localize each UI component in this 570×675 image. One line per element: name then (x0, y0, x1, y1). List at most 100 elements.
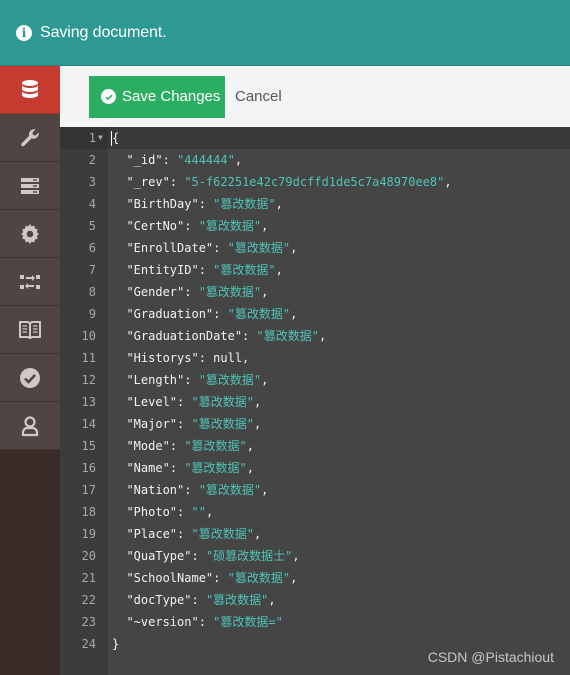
cancel-button[interactable]: Cancel (235, 88, 282, 105)
code-text: "Gender": "篡改数据", (126, 285, 269, 299)
code-text: "Nation": "篡改数据", (126, 483, 269, 497)
code-text: "Length": "篡改数据", (126, 373, 269, 387)
code-text: "Place": "篡改数据", (126, 527, 262, 541)
code-text: "Level": "篡改数据", (126, 395, 262, 409)
code-line: 8 "Gender": "篡改数据", (60, 281, 570, 303)
code-line: 1 ▼ { (60, 127, 570, 149)
code-line: 19 "Place": "篡改数据", (60, 523, 570, 545)
check-icon (101, 89, 116, 104)
sidebar (0, 66, 60, 675)
code-text: "docType": "篡改数据", (126, 593, 276, 607)
sidebar-item-database[interactable] (0, 66, 60, 114)
code-text: "Graduation": "篡改数据", (126, 307, 298, 321)
notification-message: Saving document. (40, 23, 167, 41)
line-number: 1 (88, 131, 96, 145)
code-text: "SchoolName": "篡改数据", (126, 571, 298, 585)
code-line: 9 "Graduation": "篡改数据", (60, 303, 570, 325)
code-line: 17 "Nation": "篡改数据", (60, 479, 570, 501)
replicate-icon (20, 274, 40, 289)
sidebar-item-server[interactable] (0, 162, 60, 210)
line-number: 22 (81, 593, 96, 607)
code-text: "Photo": "", (126, 505, 214, 519)
sidebar-item-replication[interactable] (0, 258, 60, 306)
book-icon (19, 320, 41, 339)
sidebar-item-docs[interactable] (0, 306, 60, 354)
line-number: 10 (81, 329, 96, 343)
code-text: "Major": "篡改数据", (126, 417, 262, 431)
code-line: 16 "Name": "篡改数据", (60, 457, 570, 479)
line-number: 17 (81, 483, 96, 497)
code-line: 20 "QuaType": "硕篡改数据士", (60, 545, 570, 567)
code-text: "Historys": null, (126, 351, 250, 365)
line-number: 18 (81, 505, 96, 519)
code-text: "Name": "篡改数据", (126, 461, 254, 475)
text-cursor (111, 131, 112, 146)
json-editor[interactable]: 1 ▼{2 "_id": "444444", 3 "_rev": "5-f62251… (60, 127, 570, 675)
wrench-icon (21, 128, 39, 146)
code-line: 18 "Photo": "", (60, 501, 570, 523)
line-number: 2 (88, 153, 96, 167)
line-number: 8 (88, 285, 96, 299)
code-line: 7 "EntityID": "篡改数据", (60, 259, 570, 281)
sidebar-nav (0, 66, 60, 450)
line-number: 23 (81, 615, 96, 629)
save-changes-label: Save Changes (122, 88, 221, 105)
sidebar-item-user[interactable] (0, 402, 60, 450)
code-line: 22 "docType": "篡改数据", (60, 589, 570, 611)
code-text: "~version": "篡改数据=" (126, 615, 283, 629)
code-line: 11 "Historys": null, (60, 347, 570, 369)
save-changes-button[interactable]: Save Changes (89, 75, 225, 118)
code-text: "_rev": "5-f62251e42c79dcffd1de5c7a48970… (126, 175, 452, 189)
code-text: "QuaType": "硕篡改数据士", (126, 549, 300, 563)
notification-bar: i Saving document. (0, 0, 570, 66)
user-icon (21, 415, 39, 436)
gear-icon (21, 223, 39, 244)
line-number: 21 (81, 571, 96, 585)
line-number: 12 (81, 373, 96, 387)
code-line: 10 "GraduationDate": "篡改数据", (60, 325, 570, 347)
code-text: "EnrollDate": "篡改数据", (126, 241, 298, 255)
code-text: "GraduationDate": "篡改数据", (126, 329, 327, 343)
line-number: 14 (81, 417, 96, 431)
line-number: 9 (88, 307, 96, 321)
watermark: CSDN @Pistachiout (427, 649, 554, 665)
code-text: "BirthDay": "篡改数据", (126, 197, 283, 211)
info-icon: i (16, 24, 32, 41)
check-circle-icon (20, 367, 40, 388)
code-line: 23 "~version": "篡改数据=" (60, 611, 570, 633)
code-line: 4 "BirthDay": "篡改数据", (60, 193, 570, 215)
line-number: 3 (88, 175, 96, 189)
sidebar-item-settings[interactable] (0, 210, 60, 258)
line-number: 20 (81, 549, 96, 563)
line-number: 7 (88, 263, 96, 277)
line-number: 24 (81, 637, 96, 651)
code-text: { (112, 131, 120, 145)
code-line: 15 "Mode": "篡改数据", (60, 435, 570, 457)
line-number: 16 (81, 461, 96, 475)
line-number: 4 (88, 197, 96, 211)
code-line: 3 "_rev": "5-f62251e42c79dcffd1de5c7a489… (60, 171, 570, 193)
fold-toggle-icon[interactable]: ▼ (98, 127, 103, 149)
code-line: 5 "CertNo": "篡改数据", (60, 215, 570, 237)
line-number: 19 (81, 527, 96, 541)
code-text: "EntityID": "篡改数据", (126, 263, 283, 277)
code-line: 14 "Major": "篡改数据", (60, 413, 570, 435)
line-number: 13 (81, 395, 96, 409)
code-text: "CertNo": "篡改数据", (126, 219, 269, 233)
code-line: 21 "SchoolName": "篡改数据", (60, 567, 570, 589)
database-icon (22, 79, 38, 98)
code-line: 6 "EnrollDate": "篡改数据", (60, 237, 570, 259)
code-text: "Mode": "篡改数据", (126, 439, 254, 453)
line-number: 15 (81, 439, 96, 453)
code-line: 2 "_id": "444444", (60, 149, 570, 171)
sidebar-item-verify[interactable] (0, 354, 60, 402)
server-icon (21, 177, 39, 194)
editor-toolbar: Save Changes Cancel (60, 66, 570, 127)
line-number: 11 (81, 351, 96, 365)
code-text: } (112, 637, 120, 651)
line-number: 6 (88, 241, 96, 255)
line-number: 5 (88, 219, 96, 233)
code-line: 13 "Level": "篡改数据", (60, 391, 570, 413)
code-line: 12 "Length": "篡改数据", (60, 369, 570, 391)
sidebar-item-tools[interactable] (0, 114, 60, 162)
